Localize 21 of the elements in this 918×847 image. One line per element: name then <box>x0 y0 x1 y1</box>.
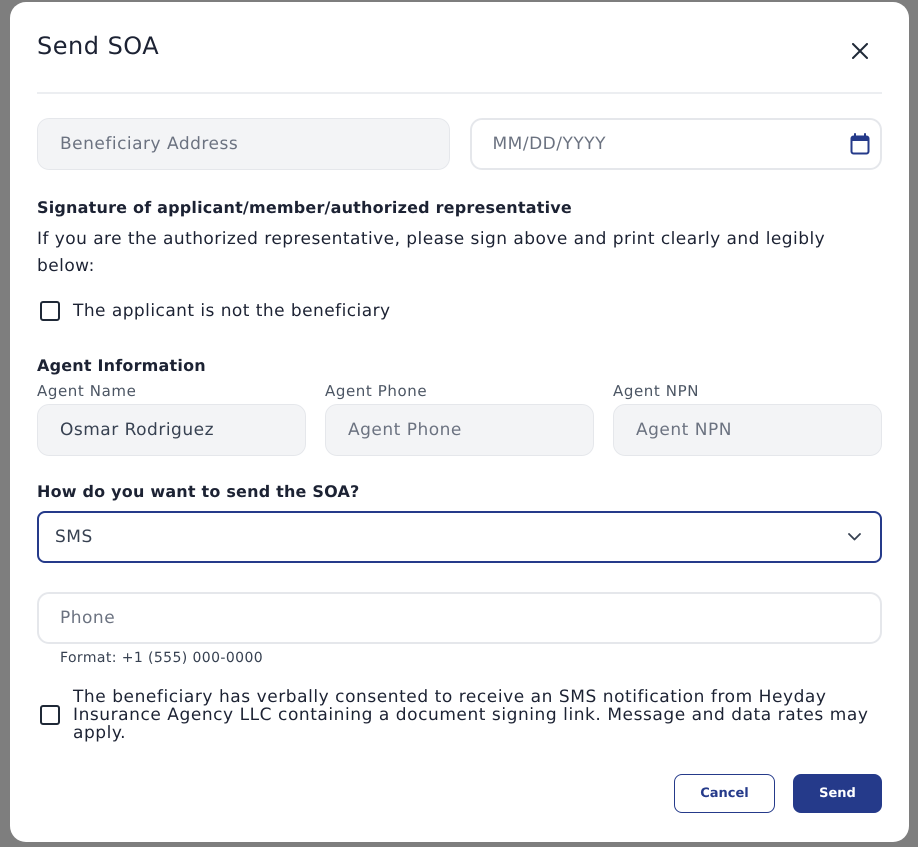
phone-field[interactable]: Phone <box>37 592 882 644</box>
field-label: Agent NPN <box>613 382 700 400</box>
send-method-select[interactable]: SMS <box>37 511 882 563</box>
field-label: Agent Name <box>37 382 136 400</box>
checkbox[interactable] <box>40 301 60 321</box>
section-heading: How do you want to send the SOA? <box>37 481 360 503</box>
chevron-down-icon <box>848 533 861 541</box>
instructions-text: If you are the authorized representative, please sign above and print clearly and legibly below: <box>37 228 826 278</box>
date-field[interactable]: MM/DD/YYYY <box>470 118 882 170</box>
format-hint: Format: +1 (555) 000-0000 <box>60 650 264 666</box>
dialog-title: Send SOA <box>37 31 160 62</box>
checkbox-label: The beneficiary has verbally consented to receive an SMS notification from Heyday Insurance Agency LLC containing a document signing link. Message and data rates may apply. <box>73 688 870 742</box>
field-label: Agent Phone <box>325 382 428 400</box>
send-button[interactable]: Send <box>793 774 882 813</box>
checkbox-label: The applicant is not the beneficiary <box>73 300 391 322</box>
cancel-button[interactable]: Cancel <box>674 774 775 813</box>
section-heading: Signature of applicant/member/authorized representative <box>37 197 572 219</box>
calendar-icon[interactable] <box>850 133 870 155</box>
section-heading: Agent Information <box>37 355 206 377</box>
checkbox[interactable] <box>40 705 60 725</box>
close-icon <box>852 43 868 59</box>
